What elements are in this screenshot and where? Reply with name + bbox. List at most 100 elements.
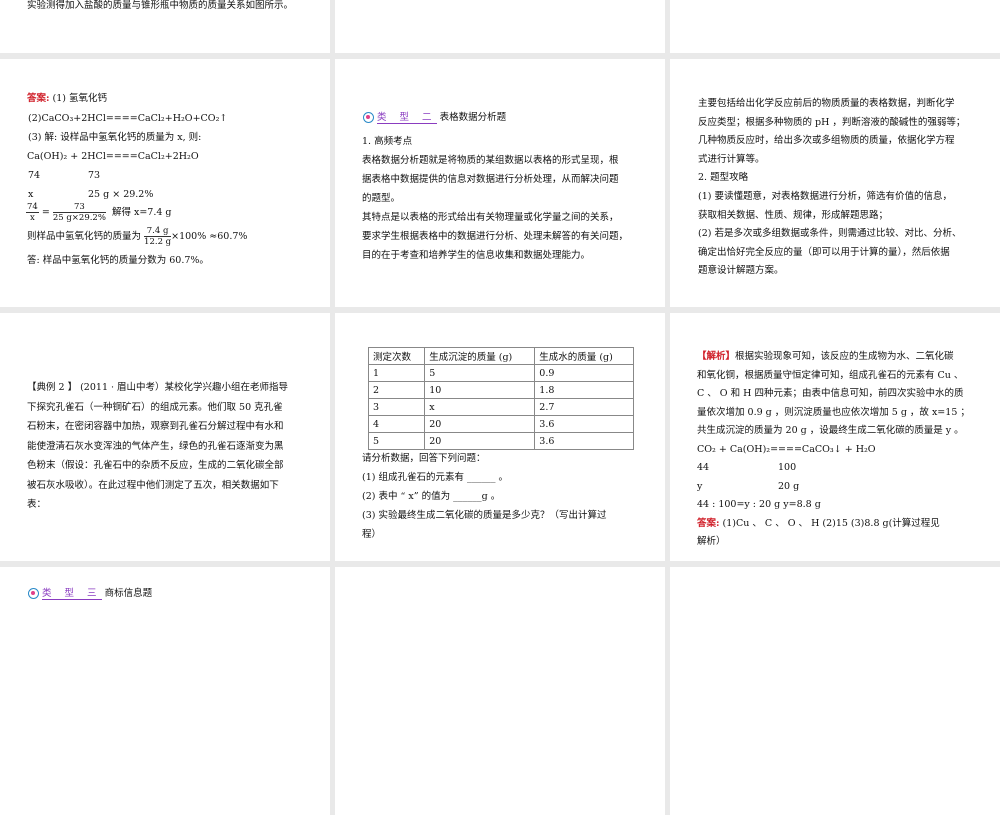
text-line: 目的在于考查和培养学生的信息收集和数据处理能力。 xyxy=(362,250,591,261)
answer-line: 答案: (1) 氢氧化钙 xyxy=(27,93,107,105)
numerator: 7.4 g xyxy=(144,226,172,237)
slide-thumbnail-analysis[interactable]: 【解析】根据实验现象可知，该反应的生成物为水、二氧化碳 和氧化铜，根据质量守恒定… xyxy=(670,313,1000,561)
table-row: 2 10 1.8 xyxy=(367,381,634,399)
percent-label: 则样品中氢氧化钙的质量为 xyxy=(27,231,142,242)
text-line: 被石灰水吸收）。在此过程中他们测定了五次，相关数据如下 xyxy=(27,479,279,491)
text-line: 题意设计解题方案。 xyxy=(698,265,784,277)
table-cell: 4 xyxy=(367,415,426,433)
text-line: 获取相关数据、性质、规律，形成解题思路； xyxy=(698,209,889,221)
type-badge: 类 型 二 xyxy=(377,112,437,124)
questions: 请分析数据，回答下列问题： (1) 组成孔雀石的元素有 ______ 。 (2)… xyxy=(362,449,606,544)
text-line: (3) 实验最终生成二氧化碳的质量是多少克？（写出计算过 xyxy=(362,510,607,521)
ratio-value: 20 g xyxy=(778,480,800,492)
slide-thumbnail-type2-cont[interactable]: 主要包括给出化学反应前后的物质质量的表格数据，判断化学 反应类型；根据多种物质的… xyxy=(670,59,1000,307)
solution-line: (3) 解: 设样品中氢氧化钙的质量为 x, 则: xyxy=(28,132,202,143)
table-cell: 5 xyxy=(424,364,536,382)
body-text: 1. 高频考点 表格数据分析题就是将物质的某组数据以表格的形式呈现，根 据表格中… xyxy=(362,132,628,265)
text-line: 表： xyxy=(27,499,47,510)
text-line: 确定出恰好完全反应的量（即可以用于计算的量），然后依据 xyxy=(698,246,950,258)
slide-thumbnail[interactable] xyxy=(335,567,665,815)
answer-label: 答案: xyxy=(27,93,50,104)
section-heading: 类 型 二 表格数据分析题 xyxy=(363,112,506,124)
text-line: y 20 g xyxy=(697,478,970,497)
equation: (2)CaCO₃+2HCl====CaCl₂+H₂O+CO₂↑ xyxy=(28,113,228,124)
table-cell: 3.6 xyxy=(534,432,634,450)
percent-line: 则样品中氢氧化钙的质量为 7.4 g 12.2 g ×100% ≈60.7% xyxy=(27,226,247,247)
slide-thumbnail-type3[interactable]: 类 型 三 商标信息题 xyxy=(0,567,330,815)
table-cell: 20 xyxy=(424,415,536,433)
analysis-label: 【解析】 xyxy=(697,351,736,362)
text-line: 44 100 xyxy=(697,459,970,478)
table-cell: 3.6 xyxy=(534,415,634,433)
ratio-value: y xyxy=(697,480,703,492)
text-line: 量依次增加 0.9 g ，则沉淀质量也应依次增加 5 g ，故 x=15 ； xyxy=(697,406,970,418)
data-table: 测定次数 生成沉淀的质量 (g) 生成水的质量 (g) 1 5 0.9 2 10 1.8 3… xyxy=(367,347,634,450)
slide-thumbnail[interactable] xyxy=(670,567,1000,815)
table-cell: 1.8 xyxy=(534,381,634,399)
text-line: 要求学生根据表格中的数据进行分析、处理未解答的有关问题， xyxy=(362,231,629,242)
text-line: 其特点是以表格的形式给出有关物理量或化学量之间的关系， xyxy=(362,212,619,223)
answer-text: (1) 氢氧化钙 xyxy=(52,93,108,104)
text-line: 和氧化铜，根据质量守恒定律可知，组成孔雀石的元素有 Cu 、 xyxy=(697,369,964,381)
analysis-text: 根据实验现象可知，该反应的生成物为水、二氧化碳 xyxy=(735,351,954,362)
table-cell: 10 xyxy=(424,381,536,399)
table-row: 1 5 0.9 xyxy=(367,364,634,382)
text-line: 1. 高频考点 xyxy=(362,136,413,147)
section-title: 商标信息题 xyxy=(104,588,153,599)
bullet-circle-icon xyxy=(28,588,39,599)
text-line: 据表格中数据提供的信息对数据进行分析处理，从而解决问题 xyxy=(362,174,619,185)
text-line: 几种物质反应时，给出多次或多组物质的质量，依据化学方程 xyxy=(698,135,955,147)
table-header-row: 测定次数 生成沉淀的质量 (g) 生成水的质量 (g) xyxy=(367,347,634,365)
table-row: 4 20 3.6 xyxy=(367,415,634,433)
text-line: 【解析】根据实验现象可知，该反应的生成物为水、二氧化碳 xyxy=(697,348,970,367)
text-line: 式进行计算等。 xyxy=(698,153,765,165)
numerator: 74 xyxy=(26,202,39,213)
slide-thumbnail-table[interactable]: 测定次数 生成沉淀的质量 (g) 生成水的质量 (g) 1 5 0.9 2 10 1.8 3… xyxy=(335,313,665,561)
ratio-value: 100 xyxy=(778,462,797,473)
table-row: 3 x 2.7 xyxy=(367,398,634,416)
text-line: 44 : 100=y : 20 g y=8.8 g xyxy=(697,499,821,510)
slide-thumbnail[interactable] xyxy=(335,0,665,53)
answer-label: 答案: xyxy=(697,517,720,529)
ratio-value: 74 xyxy=(28,170,41,181)
body-text: 【典例 2 】 (2011 · 眉山中考）某校化学兴趣小组在老师指导 下探究孔雀… xyxy=(27,378,288,515)
text-line: 解析） xyxy=(697,536,726,547)
text-line: 的题型。 xyxy=(362,193,401,204)
table-cell: 20 xyxy=(424,432,536,450)
slide-thumbnail[interactable] xyxy=(670,0,1000,53)
text-line: 能使澄清石灰水变浑浊的气体产生，绿色的孔雀石逐渐变为黑 xyxy=(27,440,284,452)
text-line: 色粉末（假设：孔雀石中的杂质不反应，生成的二氧化碳全部 xyxy=(27,460,284,471)
slide-thumbnail-answer[interactable]: 答案: (1) 氢氧化钙 (2)CaCO₃+2HCl====CaCl₂+H₂O+… xyxy=(0,59,330,307)
column-header: 生成沉淀的质量 (g) xyxy=(424,347,536,365)
text-line: 石粉末，在密闭容器中加热，观察到孔雀石分解过程中有水和 xyxy=(27,421,284,432)
slide-thumbnail[interactable]: 实验测得加入盐酸的质量与锥形瓶中物质的质量关系如图所示。 xyxy=(0,0,330,53)
ratio-value: 73 xyxy=(88,170,101,181)
text-line: 请分析数据，回答下列问题： xyxy=(362,453,486,464)
percent-result: ×100% ≈60.7% xyxy=(171,231,248,242)
text-line: 共生成沉淀的质量为 20 g ，设最终生成二氧化碳的质量是 y 。 xyxy=(697,425,964,436)
table-cell: 0.9 xyxy=(534,364,634,382)
text-line: 反应类型；根据多种物质的 pH ，判断溶液的酸碱性的强弱等； xyxy=(698,116,966,128)
final-answer: 答: 样品中氢氧化钙的质量分数为 60.7%。 xyxy=(27,255,209,266)
table-cell: 3 xyxy=(367,398,426,416)
body-text: 【解析】根据实验现象可知，该反应的生成物为水、二氧化碳 和氧化铜，根据质量守恒定… xyxy=(697,348,970,552)
equation: Ca(OH)₂ + 2HCl====CaCl₂+2H₂O xyxy=(27,151,199,162)
table-cell: 1 xyxy=(367,364,426,382)
slide-thumbnail-example2[interactable]: 【典例 2 】 (2011 · 眉山中考）某校化学兴趣小组在老师指导 下探究孔雀… xyxy=(0,313,330,561)
numerator: 73 xyxy=(52,202,106,213)
text-line: 下探究孔雀石（一种铜矿石）的组成元素。他们取 50 克孔雀 xyxy=(27,401,283,413)
text-line: (1) 要读懂题意，对表格数据进行分析，筛选有价值的信息， xyxy=(698,190,952,202)
bullet-circle-icon xyxy=(363,112,374,123)
fraction-equation: 74 x = 73 25 g×29.2% 解得 x=7.4 g xyxy=(26,202,172,223)
text-line: (1) 组成孔雀石的元素有 ______ 。 xyxy=(362,472,509,483)
section-title: 表格数据分析题 xyxy=(439,112,507,123)
text-line: 答案: (1)Cu 、 C 、 O 、 H (2)15 (3)8.8 g(计算过… xyxy=(697,515,970,534)
section-heading: 类 型 三 商标信息题 xyxy=(28,588,152,600)
slide-thumbnail-type2[interactable]: 类 型 二 表格数据分析题 1. 高频考点 表格数据分析题就是将物质的某组数据以… xyxy=(335,59,665,307)
text-line: 表格数据分析题就是将物质的某组数据以表格的形式呈现，根 xyxy=(362,155,619,166)
equation: CO₂ + Ca(OH)₂====CaCO₃↓ + H₂O xyxy=(697,443,876,455)
text-line: (2) 表中 “ x” 的值为 ______g 。 xyxy=(362,491,501,502)
text-line: (2) 若是多次或多组数据或条件，则需通过比较、对比、分析、 xyxy=(698,228,962,240)
body-text: 主要包括给出化学反应前后的物质质量的表格数据，判断化学 反应类型；根据多种物质的… xyxy=(698,95,965,281)
denominator: x xyxy=(30,213,35,223)
